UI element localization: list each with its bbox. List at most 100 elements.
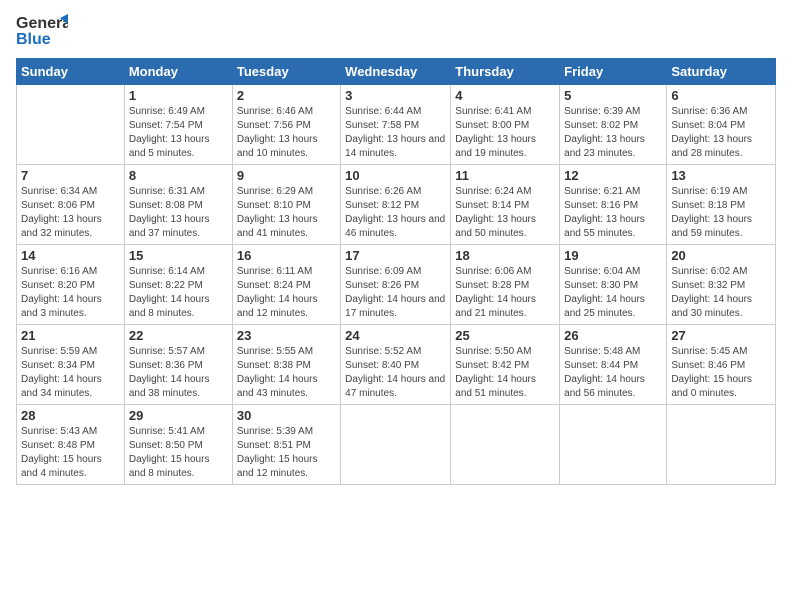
day-number: 21 [21, 328, 120, 343]
day-number: 6 [671, 88, 771, 103]
day-cell [451, 405, 560, 485]
day-number: 27 [671, 328, 771, 343]
day-info: Sunrise: 6:14 AMSunset: 8:22 PMDaylight:… [129, 265, 228, 321]
day-cell: 30Sunrise: 5:39 AMSunset: 8:51 PMDayligh… [232, 405, 340, 485]
day-number: 17 [345, 248, 446, 263]
week-row-3: 14 Sunrise: 6:16 AMSunset: 8:20 PMDayligh… [17, 245, 776, 325]
day-info: Sunrise: 6:49 AMSunset: 7:54 PMDaylight:… [129, 105, 228, 161]
day-cell: 21Sunrise: 5:59 AMSunset: 8:34 PMDayligh… [17, 325, 125, 405]
day-info: Sunrise: 6:16 AMSunset: 8:20 PMDaylight:… [21, 265, 120, 321]
page-container: General Blue SundayMondayTuesdayWednesda… [0, 0, 792, 495]
logo-icon: General Blue [16, 10, 68, 50]
day-number: 10 [345, 168, 446, 183]
day-cell: 4 Sunrise: 6:41 AMSunset: 8:00 PMDaylight… [451, 85, 560, 165]
day-info: Sunrise: 6:02 AMSunset: 8:32 PMDaylight:… [671, 265, 771, 321]
day-cell: 20 Sunrise: 6:02 AMSunset: 8:32 PMDayligh… [667, 245, 776, 325]
weekday-header-tuesday: Tuesday [232, 59, 340, 85]
day-number: 19 [564, 248, 662, 263]
day-cell: 29Sunrise: 5:41 AMSunset: 8:50 PMDayligh… [124, 405, 232, 485]
day-info: Sunrise: 6:44 AMSunset: 7:58 PMDaylight:… [345, 105, 446, 161]
week-row-4: 21Sunrise: 5:59 AMSunset: 8:34 PMDayligh… [17, 325, 776, 405]
weekday-header-sunday: Sunday [17, 59, 125, 85]
weekday-header-wednesday: Wednesday [341, 59, 451, 85]
weekday-header-row: SundayMondayTuesdayWednesdayThursdayFrid… [17, 59, 776, 85]
day-cell: 7 Sunrise: 6:34 AMSunset: 8:06 PMDaylight… [17, 165, 125, 245]
day-number: 4 [455, 88, 555, 103]
day-cell [17, 85, 125, 165]
day-cell: 13 Sunrise: 6:19 AMSunset: 8:18 PMDayligh… [667, 165, 776, 245]
svg-text:Blue: Blue [16, 31, 51, 48]
day-number: 25 [455, 328, 555, 343]
day-info: Sunrise: 6:21 AMSunset: 8:16 PMDaylight:… [564, 185, 662, 241]
day-number: 2 [237, 88, 336, 103]
day-info: Sunrise: 5:45 AMSunset: 8:46 PMDaylight:… [671, 345, 771, 401]
day-info: Sunrise: 6:04 AMSunset: 8:30 PMDaylight:… [564, 265, 662, 321]
day-info: Sunrise: 5:57 AMSunset: 8:36 PMDaylight:… [129, 345, 228, 401]
day-number: 18 [455, 248, 555, 263]
day-info: Sunrise: 6:36 AMSunset: 8:04 PMDaylight:… [671, 105, 771, 161]
day-cell: 1 Sunrise: 6:49 AMSunset: 7:54 PMDaylight… [124, 85, 232, 165]
day-info: Sunrise: 5:48 AMSunset: 8:44 PMDaylight:… [564, 345, 662, 401]
day-number: 23 [237, 328, 336, 343]
day-number: 1 [129, 88, 228, 103]
day-info: Sunrise: 6:06 AMSunset: 8:28 PMDaylight:… [455, 265, 555, 321]
day-cell: 26 Sunrise: 5:48 AMSunset: 8:44 PMDayligh… [560, 325, 667, 405]
day-info: Sunrise: 6:24 AMSunset: 8:14 PMDaylight:… [455, 185, 555, 241]
day-cell: 15 Sunrise: 6:14 AMSunset: 8:22 PMDayligh… [124, 245, 232, 325]
day-number: 24 [345, 328, 446, 343]
day-number: 28 [21, 408, 120, 423]
weekday-header-monday: Monday [124, 59, 232, 85]
day-number: 7 [21, 168, 120, 183]
day-info: Sunrise: 5:39 AMSunset: 8:51 PMDaylight:… [237, 425, 336, 481]
day-cell: 11 Sunrise: 6:24 AMSunset: 8:14 PMDayligh… [451, 165, 560, 245]
day-cell: 23 Sunrise: 5:55 AMSunset: 8:38 PMDayligh… [232, 325, 340, 405]
svg-text:General: General [16, 15, 68, 32]
day-cell [341, 405, 451, 485]
day-cell: 6 Sunrise: 6:36 AMSunset: 8:04 PMDaylight… [667, 85, 776, 165]
day-cell: 25Sunrise: 5:50 AMSunset: 8:42 PMDayligh… [451, 325, 560, 405]
day-info: Sunrise: 6:31 AMSunset: 8:08 PMDaylight:… [129, 185, 228, 241]
day-cell [667, 405, 776, 485]
day-number: 5 [564, 88, 662, 103]
day-number: 14 [21, 248, 120, 263]
day-cell: 9Sunrise: 6:29 AMSunset: 8:10 PMDaylight… [232, 165, 340, 245]
day-number: 8 [129, 168, 228, 183]
day-cell: 8 Sunrise: 6:31 AMSunset: 8:08 PMDaylight… [124, 165, 232, 245]
day-info: Sunrise: 6:39 AMSunset: 8:02 PMDaylight:… [564, 105, 662, 161]
day-cell: 16 Sunrise: 6:11 AMSunset: 8:24 PMDayligh… [232, 245, 340, 325]
day-info: Sunrise: 6:11 AMSunset: 8:24 PMDaylight:… [237, 265, 336, 321]
weekday-header-thursday: Thursday [451, 59, 560, 85]
day-cell: 22 Sunrise: 5:57 AMSunset: 8:36 PMDayligh… [124, 325, 232, 405]
day-number: 20 [671, 248, 771, 263]
day-cell: 14 Sunrise: 6:16 AMSunset: 8:20 PMDayligh… [17, 245, 125, 325]
day-info: Sunrise: 5:43 AMSunset: 8:48 PMDaylight:… [21, 425, 120, 481]
day-info: Sunrise: 6:41 AMSunset: 8:00 PMDaylight:… [455, 105, 555, 161]
logo: General Blue [16, 10, 68, 50]
day-cell: 2 Sunrise: 6:46 AMSunset: 7:56 PMDaylight… [232, 85, 340, 165]
day-number: 29 [129, 408, 228, 423]
weekday-header-saturday: Saturday [667, 59, 776, 85]
day-info: Sunrise: 5:55 AMSunset: 8:38 PMDaylight:… [237, 345, 336, 401]
day-number: 16 [237, 248, 336, 263]
day-cell: 3Sunrise: 6:44 AMSunset: 7:58 PMDaylight… [341, 85, 451, 165]
day-info: Sunrise: 6:19 AMSunset: 8:18 PMDaylight:… [671, 185, 771, 241]
day-number: 12 [564, 168, 662, 183]
day-cell: 18 Sunrise: 6:06 AMSunset: 8:28 PMDayligh… [451, 245, 560, 325]
day-cell: 24Sunrise: 5:52 AMSunset: 8:40 PMDayligh… [341, 325, 451, 405]
day-number: 22 [129, 328, 228, 343]
day-number: 15 [129, 248, 228, 263]
calendar-body: 1 Sunrise: 6:49 AMSunset: 7:54 PMDaylight… [17, 85, 776, 485]
day-cell: 27 Sunrise: 5:45 AMSunset: 8:46 PMDayligh… [667, 325, 776, 405]
calendar-table: SundayMondayTuesdayWednesdayThursdayFrid… [16, 58, 776, 485]
day-cell: 12 Sunrise: 6:21 AMSunset: 8:16 PMDayligh… [560, 165, 667, 245]
day-info: Sunrise: 6:34 AMSunset: 8:06 PMDaylight:… [21, 185, 120, 241]
day-info: Sunrise: 6:29 AMSunset: 8:10 PMDaylight:… [237, 185, 336, 241]
day-number: 13 [671, 168, 771, 183]
weekday-header-friday: Friday [560, 59, 667, 85]
week-row-2: 7 Sunrise: 6:34 AMSunset: 8:06 PMDaylight… [17, 165, 776, 245]
day-info: Sunrise: 6:46 AMSunset: 7:56 PMDaylight:… [237, 105, 336, 161]
day-cell: 28 Sunrise: 5:43 AMSunset: 8:48 PMDayligh… [17, 405, 125, 485]
day-cell: 5 Sunrise: 6:39 AMSunset: 8:02 PMDaylight… [560, 85, 667, 165]
day-number: 26 [564, 328, 662, 343]
day-number: 11 [455, 168, 555, 183]
